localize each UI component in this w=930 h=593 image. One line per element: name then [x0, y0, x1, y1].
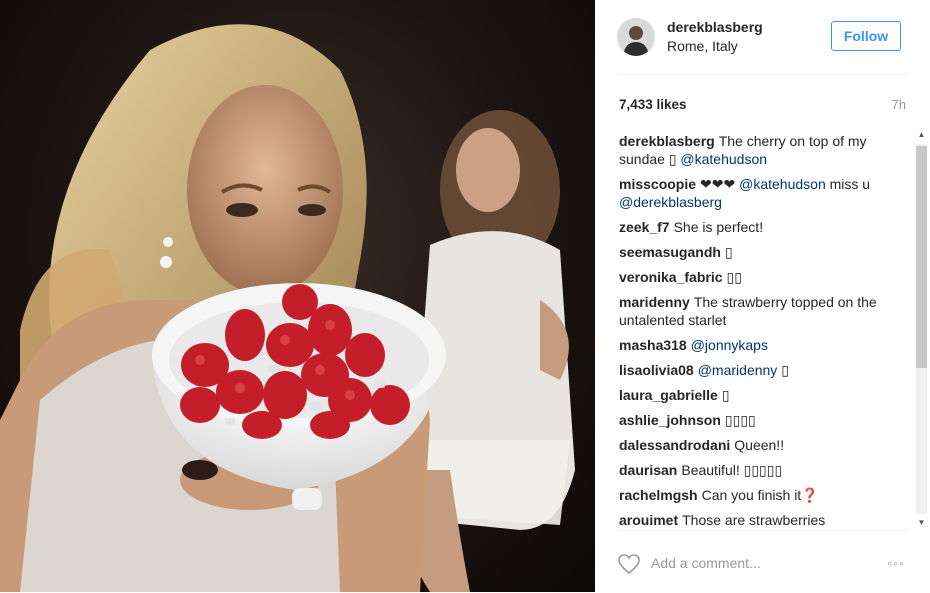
- comment-item: dalessandrodani Queen!!: [619, 436, 907, 454]
- comment-user[interactable]: zeek_f7: [619, 219, 670, 235]
- comment-user[interactable]: laura_gabrielle: [619, 387, 718, 403]
- post-header: derekblasberg Rome, Italy Follow: [617, 14, 907, 75]
- comments-scrollbar[interactable]: ▲ ▼: [913, 128, 930, 530]
- likes-count[interactable]: 7,433 likes: [619, 97, 687, 112]
- comment-item: seemasugandh ▯: [619, 243, 907, 261]
- comment-item: ashlie_johnson ▯▯▯▯: [619, 411, 907, 429]
- comment-text: ▯: [781, 362, 789, 378]
- comment-text: miss u: [829, 176, 871, 192]
- photo-illustration: [0, 24, 575, 592]
- comment-item: arouimet Those are strawberries: [619, 511, 907, 528]
- location[interactable]: Rome, Italy: [667, 38, 738, 54]
- comment-mention[interactable]: @derekblasberg: [619, 194, 722, 210]
- comment-user[interactable]: seemasugandh: [619, 244, 721, 260]
- avatar[interactable]: [617, 18, 655, 56]
- comment-user[interactable]: derekblasberg: [619, 133, 715, 149]
- comment-item: laura_gabrielle ▯: [619, 386, 907, 404]
- post-time[interactable]: 7h: [892, 97, 906, 112]
- comment-user[interactable]: rachelmgsh: [619, 487, 698, 503]
- add-comment-input[interactable]: [651, 553, 841, 573]
- comment-text: Can you finish it❓: [701, 487, 819, 503]
- comment-user[interactable]: lisaolivia08: [619, 362, 694, 378]
- comment-user[interactable]: daurisan: [619, 462, 677, 478]
- heart-outline-icon[interactable]: [617, 553, 641, 575]
- post-footer: ◦◦◦: [617, 530, 907, 593]
- scroll-thumb[interactable]: [916, 146, 927, 368]
- comment-mention[interactable]: @katehudson: [680, 151, 767, 167]
- comment-text: Those are strawberries: [682, 512, 826, 528]
- comment-user[interactable]: arouimet: [619, 512, 678, 528]
- comment-item: misscoopie ❤❤❤ @katehudson miss u @derekb…: [619, 175, 907, 211]
- comment-text: ▯▯: [726, 269, 742, 285]
- comment-item: rachelmgsh Can you finish it❓: [619, 486, 907, 504]
- comment-user[interactable]: veronika_fabric: [619, 269, 723, 285]
- post-sidebar: derekblasberg Rome, Italy Follow 7,433 l…: [595, 0, 930, 592]
- scroll-up-arrow-icon[interactable]: ▲: [913, 128, 930, 142]
- comment-item: zeek_f7 She is perfect!: [619, 218, 907, 236]
- more-options-icon[interactable]: ◦◦◦: [887, 555, 905, 571]
- comment-list[interactable]: derekblasberg The cherry on top of my sun…: [619, 132, 907, 528]
- comment-item: masha318 @jonnykaps: [619, 336, 907, 354]
- comment-text: Beautiful! ▯▯▯▯▯: [681, 462, 783, 478]
- comment-item: veronika_fabric ▯▯: [619, 268, 907, 286]
- comment-user[interactable]: masha318: [619, 337, 687, 353]
- comment-text: Queen!!: [734, 437, 785, 453]
- comment-user[interactable]: maridenny: [619, 294, 690, 310]
- comment-text: ▯: [724, 244, 733, 260]
- comment-mention[interactable]: @jonnykaps: [691, 337, 768, 353]
- comment-text: She is perfect!: [673, 219, 764, 235]
- comment-user[interactable]: dalessandrodani: [619, 437, 730, 453]
- comment-user[interactable]: misscoopie: [619, 176, 696, 192]
- follow-button[interactable]: Follow: [831, 21, 901, 51]
- comment-item: derekblasberg The cherry on top of my sun…: [619, 132, 907, 168]
- comment-mention[interactable]: @katehudson: [739, 176, 826, 192]
- comment-item: daurisan Beautiful! ▯▯▯▯▯: [619, 461, 907, 479]
- post-photo[interactable]: [0, 0, 595, 592]
- avatar-image: [617, 18, 655, 56]
- username[interactable]: derekblasberg: [667, 19, 763, 35]
- comment-item: maridenny The strawberry topped on the un…: [619, 293, 907, 329]
- comment-item: lisaolivia08 @maridenny ▯: [619, 361, 907, 379]
- comment-text: ❤❤❤: [700, 176, 736, 192]
- comment-text: ▯: [721, 387, 730, 403]
- scroll-down-arrow-icon[interactable]: ▼: [913, 516, 930, 530]
- comment-user[interactable]: ashlie_johnson: [619, 412, 721, 428]
- instagram-post: derekblasberg Rome, Italy Follow 7,433 l…: [0, 0, 930, 592]
- comment-text: ▯▯▯▯: [724, 412, 756, 428]
- comment-mention[interactable]: @maridenny: [698, 362, 778, 378]
